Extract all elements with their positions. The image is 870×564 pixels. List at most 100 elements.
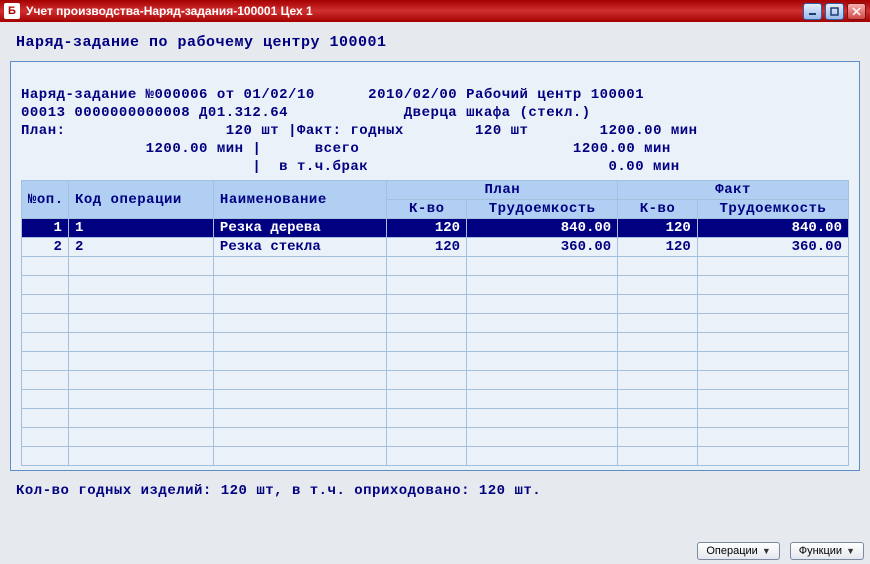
table-cell[interactable] <box>697 333 848 352</box>
th-plan-labor[interactable]: Трудоемкость <box>467 200 618 219</box>
table-cell[interactable] <box>68 447 213 466</box>
table-cell[interactable]: 2 <box>68 238 213 257</box>
table-cell[interactable] <box>68 352 213 371</box>
table-cell[interactable] <box>387 257 467 276</box>
table-row[interactable] <box>22 314 849 333</box>
table-cell[interactable] <box>213 390 387 409</box>
table-cell[interactable] <box>618 257 698 276</box>
table-row[interactable] <box>22 447 849 466</box>
table-cell[interactable] <box>213 352 387 371</box>
table-cell[interactable] <box>697 352 848 371</box>
table-cell[interactable] <box>697 276 848 295</box>
table-cell[interactable]: 840.00 <box>697 219 848 238</box>
table-row[interactable] <box>22 257 849 276</box>
table-cell[interactable] <box>387 428 467 447</box>
table-cell[interactable] <box>618 352 698 371</box>
table-cell[interactable] <box>387 352 467 371</box>
functions-button[interactable]: Функции ▼ <box>790 542 864 560</box>
table-cell[interactable] <box>22 390 69 409</box>
table-cell[interactable] <box>68 428 213 447</box>
table-row[interactable] <box>22 409 849 428</box>
th-plan[interactable]: План <box>387 181 618 200</box>
close-button[interactable] <box>847 3 866 20</box>
table-cell[interactable]: Резка стекла <box>213 238 387 257</box>
th-name[interactable]: Наименование <box>213 181 387 219</box>
table-cell[interactable]: 1 <box>22 219 69 238</box>
table-cell[interactable] <box>697 390 848 409</box>
table-cell[interactable]: 120 <box>618 219 698 238</box>
table-cell[interactable] <box>467 371 618 390</box>
table-cell[interactable] <box>387 447 467 466</box>
th-fact[interactable]: Факт <box>618 181 849 200</box>
table-cell[interactable] <box>68 295 213 314</box>
table-cell[interactable] <box>213 428 387 447</box>
table-cell[interactable]: 120 <box>618 238 698 257</box>
table-cell[interactable] <box>387 276 467 295</box>
table-cell[interactable] <box>22 428 69 447</box>
table-row[interactable] <box>22 295 849 314</box>
table-cell[interactable] <box>467 447 618 466</box>
table-cell[interactable] <box>213 409 387 428</box>
table-cell[interactable] <box>68 409 213 428</box>
table-cell[interactable] <box>22 447 69 466</box>
table-cell[interactable] <box>697 295 848 314</box>
table-row[interactable] <box>22 428 849 447</box>
table-cell[interactable] <box>697 428 848 447</box>
table-cell[interactable]: 360.00 <box>467 238 618 257</box>
table-cell[interactable] <box>618 428 698 447</box>
table-row[interactable] <box>22 390 849 409</box>
table-cell[interactable] <box>467 352 618 371</box>
table-cell[interactable] <box>697 371 848 390</box>
table-cell[interactable] <box>618 390 698 409</box>
table-row[interactable]: 11Резка дерева120840.00120840.00 <box>22 219 849 238</box>
table-cell[interactable] <box>68 276 213 295</box>
table-cell[interactable] <box>387 295 467 314</box>
table-cell[interactable] <box>697 257 848 276</box>
table-cell[interactable] <box>68 257 213 276</box>
table-cell[interactable] <box>467 295 618 314</box>
table-cell[interactable] <box>467 333 618 352</box>
table-cell[interactable] <box>618 314 698 333</box>
th-fact-labor[interactable]: Трудоемкость <box>697 200 848 219</box>
table-cell[interactable] <box>618 409 698 428</box>
operations-button[interactable]: Операции ▼ <box>697 542 779 560</box>
table-cell[interactable] <box>467 276 618 295</box>
table-cell[interactable]: 840.00 <box>467 219 618 238</box>
table-cell[interactable] <box>213 295 387 314</box>
table-cell[interactable] <box>387 371 467 390</box>
table-cell[interactable] <box>618 333 698 352</box>
table-cell[interactable] <box>68 390 213 409</box>
table-cell[interactable] <box>618 447 698 466</box>
table-cell[interactable] <box>387 409 467 428</box>
table-cell[interactable]: 360.00 <box>697 238 848 257</box>
table-cell[interactable] <box>68 314 213 333</box>
table-row[interactable] <box>22 333 849 352</box>
table-cell[interactable] <box>68 333 213 352</box>
table-cell[interactable] <box>213 314 387 333</box>
table-cell[interactable] <box>22 276 69 295</box>
table-cell[interactable] <box>467 314 618 333</box>
table-cell[interactable] <box>22 257 69 276</box>
table-row[interactable] <box>22 276 849 295</box>
th-plan-qty[interactable]: К-во <box>387 200 467 219</box>
table-row[interactable] <box>22 371 849 390</box>
table-cell[interactable] <box>618 371 698 390</box>
table-cell[interactable]: 120 <box>387 219 467 238</box>
table-cell[interactable] <box>22 333 69 352</box>
table-cell[interactable] <box>467 428 618 447</box>
maximize-button[interactable] <box>825 3 844 20</box>
table-cell[interactable] <box>22 295 69 314</box>
table-cell[interactable] <box>618 276 698 295</box>
table-row[interactable]: 22Резка стекла120360.00120360.00 <box>22 238 849 257</box>
table-cell[interactable] <box>697 314 848 333</box>
th-code[interactable]: Код операции <box>68 181 213 219</box>
table-cell[interactable] <box>697 409 848 428</box>
table-cell[interactable] <box>387 333 467 352</box>
table-cell[interactable]: Резка дерева <box>213 219 387 238</box>
table-cell[interactable] <box>213 447 387 466</box>
table-cell[interactable] <box>697 447 848 466</box>
table-cell[interactable]: 120 <box>387 238 467 257</box>
table-cell[interactable] <box>213 257 387 276</box>
table-cell[interactable] <box>387 314 467 333</box>
table-cell[interactable] <box>618 295 698 314</box>
